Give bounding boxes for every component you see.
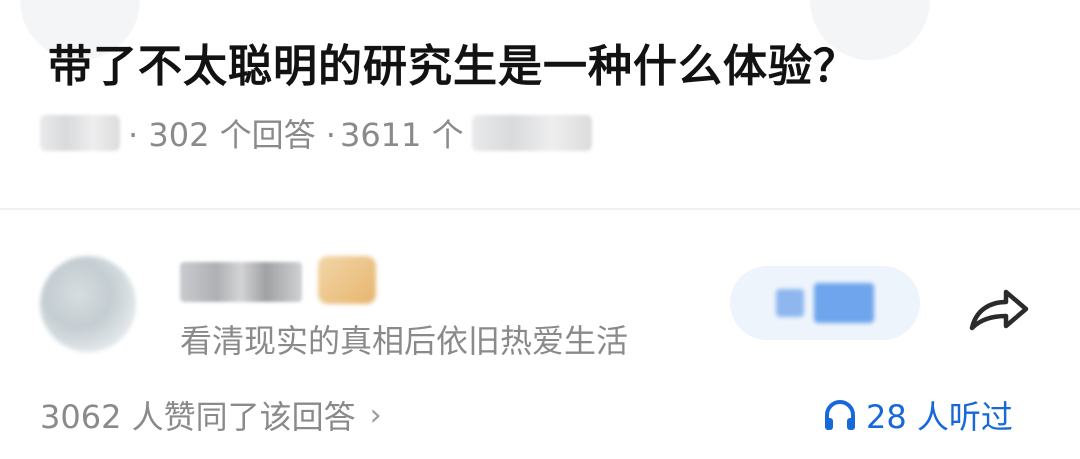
likes-count: 3062 人赞同了该回答 bbox=[40, 398, 356, 436]
author-name-blurred[interactable] bbox=[180, 262, 302, 302]
follower-count: 3611 个 bbox=[339, 116, 464, 154]
headphones-icon bbox=[825, 400, 855, 430]
avatar[interactable] bbox=[40, 256, 136, 352]
follow-button[interactable] bbox=[730, 266, 920, 340]
blurred-topic bbox=[40, 115, 120, 151]
plus-icon bbox=[776, 289, 804, 317]
question-title[interactable]: 带了不太聪明的研究生是一种什么体验？ bbox=[48, 30, 858, 94]
question-meta: · 302 个回答 · 3611 个 bbox=[40, 110, 592, 156]
author-bio: 看清现实的真相后依旧热爱生活 bbox=[180, 322, 629, 360]
follow-label-blurred bbox=[814, 283, 874, 323]
answer-count[interactable]: · 302 个回答 · bbox=[128, 110, 336, 156]
listen-link[interactable]: 28 人听过 bbox=[822, 392, 1013, 438]
chevron-right-icon: › bbox=[369, 397, 382, 433]
divider bbox=[0, 208, 1080, 210]
author-badge bbox=[318, 256, 376, 304]
share-arrow-icon[interactable] bbox=[966, 284, 1032, 334]
listen-count: 28 人听过 bbox=[866, 398, 1013, 436]
blurred-meta bbox=[471, 115, 592, 151]
likes-link[interactable]: 3062 人赞同了该回答 › bbox=[40, 392, 382, 438]
